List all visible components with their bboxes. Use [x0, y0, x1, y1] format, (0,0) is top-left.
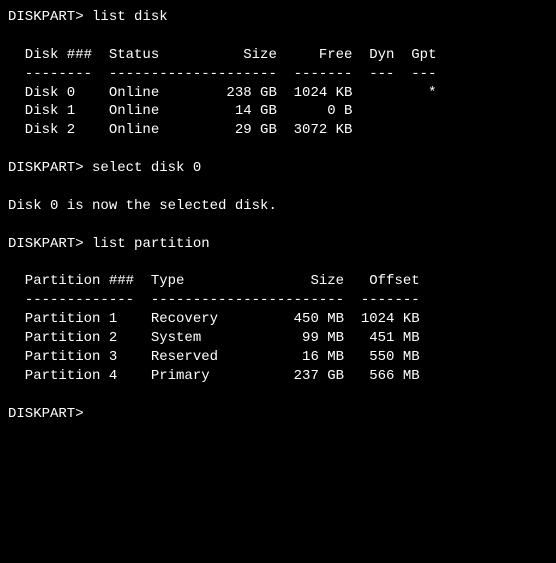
- command-text: list partition: [92, 236, 210, 252]
- disk-table-row: Disk 2 Online 29 GB 3072 KB: [8, 121, 548, 140]
- disk-table-divider: -------- -------------------- ------- --…: [8, 65, 548, 84]
- command-text: list disk: [92, 9, 168, 25]
- response-text: Disk 0 is now the selected disk.: [8, 197, 548, 216]
- command-line: DISKPART> list partition: [8, 235, 548, 254]
- prompt: DISKPART>: [8, 160, 84, 176]
- command-prompt-ready[interactable]: DISKPART>: [8, 405, 548, 424]
- partition-table-row: Partition 1 Recovery 450 MB 1024 KB: [8, 310, 548, 329]
- command-line: DISKPART> list disk: [8, 8, 548, 27]
- disk-table-row: Disk 0 Online 238 GB 1024 KB *: [8, 84, 548, 103]
- command-text: select disk 0: [92, 160, 201, 176]
- blank-line: [8, 216, 548, 235]
- prompt: DISKPART>: [8, 236, 84, 252]
- partition-table-row: Partition 3 Reserved 16 MB 550 MB: [8, 348, 548, 367]
- prompt: DISKPART>: [8, 406, 84, 422]
- partition-table-row: Partition 2 System 99 MB 451 MB: [8, 329, 548, 348]
- blank-line: [8, 178, 548, 197]
- partition-table-divider: ------------- ----------------------- --…: [8, 291, 548, 310]
- command-line: DISKPART> select disk 0: [8, 159, 548, 178]
- blank-line: [8, 27, 548, 46]
- terminal-output: DISKPART> list disk Disk ### Status Size…: [8, 8, 548, 424]
- partition-table-header: Partition ### Type Size Offset: [8, 272, 548, 291]
- blank-line: [8, 140, 548, 159]
- prompt: DISKPART>: [8, 9, 84, 25]
- blank-line: [8, 254, 548, 273]
- blank-line: [8, 386, 548, 405]
- partition-table-row: Partition 4 Primary 237 GB 566 MB: [8, 367, 548, 386]
- disk-table-header: Disk ### Status Size Free Dyn Gpt: [8, 46, 548, 65]
- disk-table-row: Disk 1 Online 14 GB 0 B: [8, 102, 548, 121]
